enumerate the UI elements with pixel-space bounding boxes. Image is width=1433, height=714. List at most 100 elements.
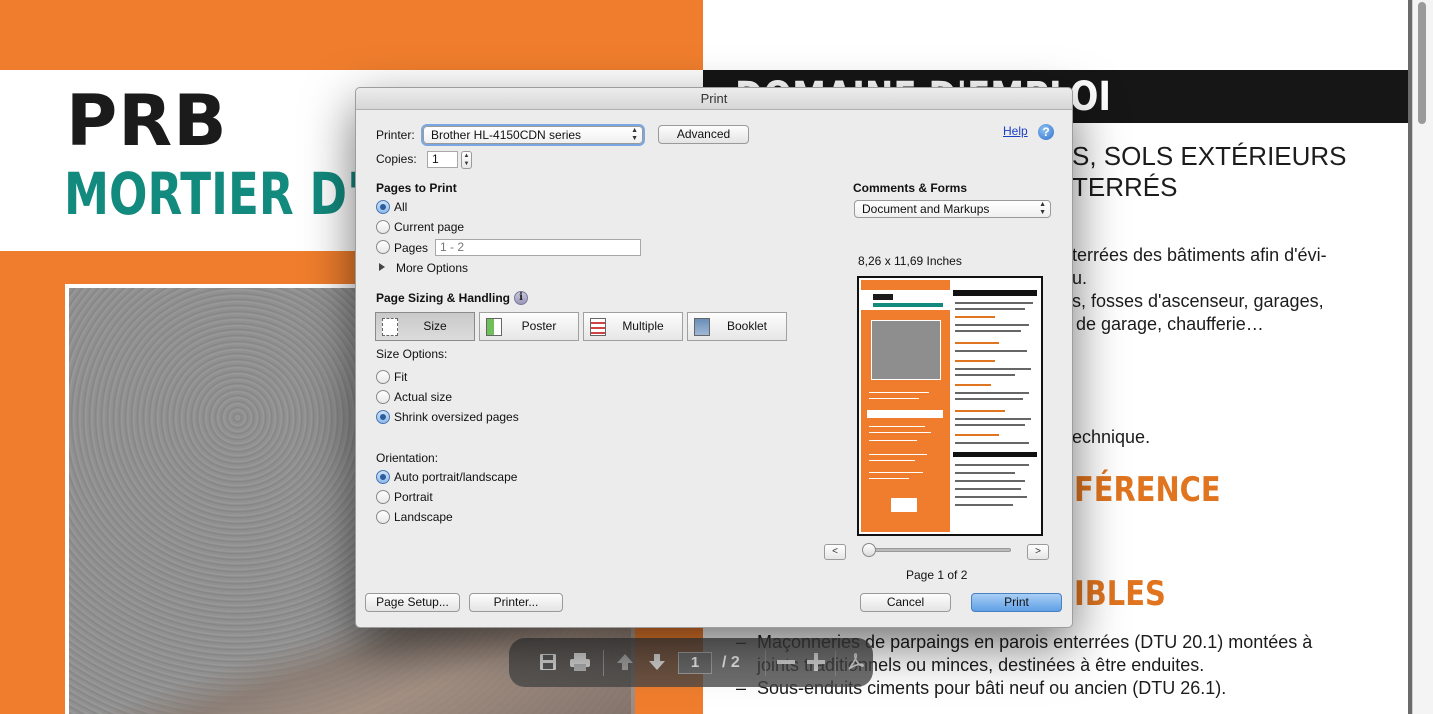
- preview-subtitle-block: [873, 303, 943, 307]
- current-page-input[interactable]: 1: [678, 652, 712, 674]
- preview-text-line: [869, 392, 929, 393]
- radio-pages-range[interactable]: [376, 240, 390, 254]
- preview-text-line: [955, 392, 1029, 394]
- preview-page-indicator: Page 1 of 2: [906, 568, 968, 582]
- scrollbar-thumb[interactable]: [1418, 2, 1426, 124]
- copies-stepper[interactable]: ▲ ▼: [461, 151, 472, 169]
- radio-fit[interactable]: [376, 370, 390, 384]
- doc-body-text: echnique.: [1072, 427, 1151, 447]
- help-icon[interactable]: ?: [1038, 124, 1054, 140]
- preview-text-line: [955, 472, 1015, 474]
- page-sizing-heading: Page Sizing & Handling: [376, 291, 511, 305]
- orientation-label: Orientation:: [376, 451, 439, 465]
- preview-text-line: [955, 504, 1013, 506]
- save-icon[interactable]: [537, 652, 559, 674]
- preview-text-line: [955, 368, 1031, 370]
- preview-prev-button[interactable]: <: [824, 544, 846, 560]
- copies-field[interactable]: 1: [427, 151, 458, 168]
- radio-fit-label: Fit: [394, 370, 408, 384]
- preview-next-button[interactable]: >: [1027, 544, 1049, 560]
- print-icon[interactable]: [569, 652, 591, 674]
- preview-heading-line: [955, 360, 995, 362]
- printer-select[interactable]: Brother HL-4150CDN series ▲ ▼: [423, 126, 643, 144]
- preview-text-line: [955, 418, 1031, 420]
- comments-forms-select[interactable]: Document and Markups ▲ ▼: [854, 200, 1051, 218]
- page-down-icon[interactable]: [646, 652, 668, 674]
- print-preview-page: [861, 280, 1039, 532]
- mode-multiple-button[interactable]: Multiple: [583, 312, 683, 341]
- radio-pages-range-label: Pages: [394, 241, 429, 255]
- zoom-in-icon[interactable]: [805, 652, 827, 674]
- preview-text-line: [955, 324, 1029, 326]
- page-setup-button[interactable]: Page Setup...: [365, 593, 460, 612]
- preview-text-line: [869, 460, 915, 461]
- radio-portrait-label: Portrait: [394, 490, 433, 504]
- radio-auto-orientation[interactable]: [376, 470, 390, 484]
- preview-logo: [891, 498, 917, 512]
- doc-orange-heading: IBLES: [1074, 574, 1166, 614]
- preview-text-line: [869, 432, 931, 433]
- doc-orange-heading: FÉRENCE: [1074, 470, 1221, 510]
- print-button[interactable]: Print: [971, 593, 1062, 612]
- comments-forms-value: Document and Markups: [862, 202, 990, 216]
- preview-page-slider[interactable]: [866, 548, 1011, 552]
- doc-title-prb: PRB: [66, 80, 228, 162]
- preview-text-line: [869, 440, 917, 441]
- preview-title-block: [873, 294, 893, 300]
- advanced-button[interactable]: Advanced: [658, 125, 749, 144]
- help-link[interactable]: Help: [1003, 124, 1028, 138]
- cancel-button[interactable]: Cancel: [860, 593, 951, 612]
- radio-actual-size[interactable]: [376, 390, 390, 404]
- radio-current-page[interactable]: [376, 220, 390, 234]
- acrobat-icon[interactable]: [845, 652, 867, 674]
- mode-booklet-label: Booklet: [726, 319, 768, 333]
- disclosure-triangle-icon[interactable]: [379, 263, 385, 271]
- preview-heading-line: [955, 384, 991, 386]
- radio-landscape[interactable]: [376, 510, 390, 524]
- preview-heading-line: [955, 316, 995, 318]
- printer-button[interactable]: Printer...: [469, 593, 563, 612]
- preview-text-line: [869, 426, 925, 427]
- preview-text-line: [955, 308, 1025, 310]
- preview-text-line: [955, 424, 1025, 426]
- size-options-label: Size Options:: [376, 347, 448, 361]
- mode-multiple-label: Multiple: [622, 319, 664, 333]
- print-dialog: Print Printer: Brother HL-4150CDN series…: [355, 87, 1073, 628]
- mode-size-label: Size: [423, 319, 447, 333]
- mode-booklet-button[interactable]: Booklet: [687, 312, 787, 341]
- preview-text-line: [955, 488, 1021, 490]
- doc-heading-line: S, SOLS EXTÉRIEURS: [1072, 141, 1347, 171]
- select-arrows-icon: ▲ ▼: [631, 127, 638, 142]
- radio-current-page-label: Current page: [394, 220, 465, 234]
- radio-shrink-oversized[interactable]: [376, 410, 390, 424]
- mode-size-button[interactable]: Size: [375, 312, 475, 341]
- preview-text-line: [955, 374, 1015, 376]
- copies-label: Copies:: [376, 152, 417, 166]
- doc-body-text: de garage, chaufferie…: [1076, 314, 1264, 334]
- preview-text-line: [955, 464, 1029, 466]
- more-options-label[interactable]: More Options: [396, 261, 468, 275]
- info-icon[interactable]: i: [514, 291, 528, 305]
- select-arrows-icon: ▲ ▼: [1039, 201, 1046, 216]
- mode-poster-button[interactable]: Poster: [479, 312, 579, 341]
- preview-text-line: [955, 480, 1025, 482]
- radio-portrait[interactable]: [376, 490, 390, 504]
- preview-header-band: [953, 452, 1037, 457]
- pages-range-field[interactable]: 1 - 2: [435, 239, 641, 256]
- radio-pages-all[interactable]: [376, 200, 390, 214]
- dialog-title: Print: [356, 88, 1072, 110]
- preview-highlight-box: [867, 410, 943, 418]
- paper-size-label: 8,26 x 11,69 Inches: [858, 254, 962, 268]
- radio-actual-size-label: Actual size: [394, 390, 453, 404]
- preview-text-line: [869, 398, 919, 399]
- preview-text-line: [869, 454, 927, 455]
- preview-heading-line: [955, 410, 1005, 412]
- preview-text-line: [955, 350, 1027, 352]
- toolbar-separator: [603, 650, 604, 676]
- preview-photo: [871, 320, 941, 380]
- page-up-icon[interactable]: [614, 652, 636, 674]
- printer-label: Printer:: [376, 128, 415, 142]
- preview-orange-column: [861, 280, 950, 532]
- zoom-out-icon[interactable]: [775, 652, 797, 674]
- preview-slider-knob[interactable]: [862, 543, 876, 557]
